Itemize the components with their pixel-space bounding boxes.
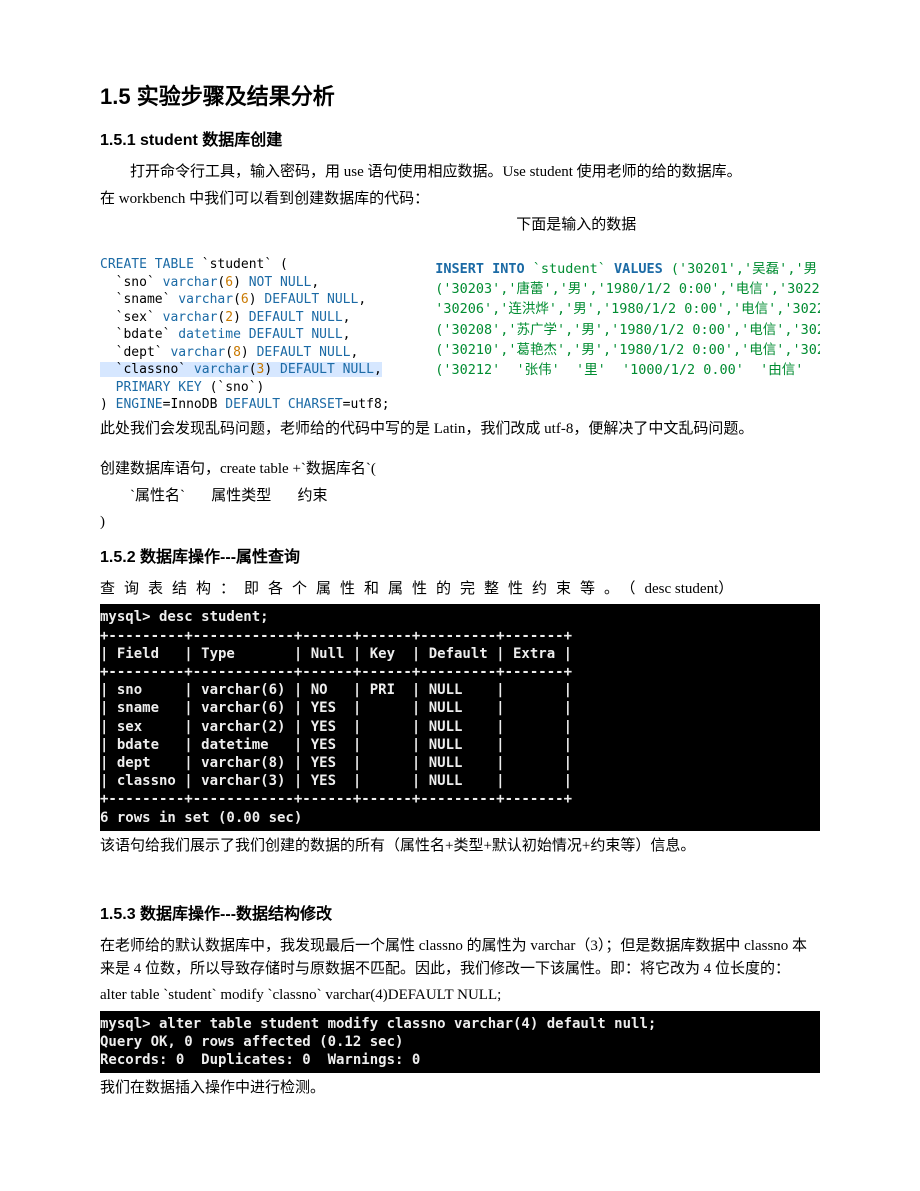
paragraph: 在老师给的默认数据库中，我发现最后一个属性 classno 的属性为 varch… — [100, 935, 820, 980]
paragraph: 在 workbench 中我们可以看到创建数据库的代码： — [100, 188, 820, 211]
terminal-output-desc: mysql> desc student; +---------+--------… — [100, 604, 820, 830]
paragraph: 此处我们会发现乱码问题，老师给的代码中写的是 Latin，我们改成 utf-8，… — [100, 418, 820, 441]
paragraph: ) — [100, 511, 820, 534]
paragraph: 打开命令行工具，输入密码，用 use 语句使用相应数据。Use student … — [100, 161, 820, 184]
heading-sec-2: 1.5.2 数据库操作---属性查询 — [100, 546, 820, 570]
paragraph: 查询表结构：即各个属性和属性的完整性约束等。（desc student） — [100, 578, 820, 601]
heading-sec-3: 1.5.3 数据库操作---数据结构修改 — [100, 903, 820, 927]
text: 查询表结构：即各个属性和属性的完整性约束等。（ — [100, 581, 645, 597]
text: 在 workbench 中我们可以看到创建数据库的代码： — [100, 191, 429, 207]
sql-insert-block: INSERT INTO `student` VALUES ('30201','吴… — [435, 239, 820, 381]
heading-sec-1: 1.5.1 student 数据库创建 — [100, 129, 820, 153]
code-line: alter table `student` modify `classno` v… — [100, 984, 820, 1007]
paragraph: 创建数据库语句，create table +`数据库名`( — [100, 458, 820, 481]
code-row: CREATE TABLE `student` ( `sno` varchar(6… — [100, 239, 820, 414]
paragraph: 该语句给我们展示了我们创建的数据的所有（属性名+类型+默认初始情况+约束等）信息… — [100, 835, 820, 858]
heading-main: 1.5 实验步骤及结果分析 — [100, 80, 820, 113]
terminal-output-alter: mysql> alter table student modify classn… — [100, 1011, 820, 1074]
paragraph: 我们在数据插入操作中进行检测。 — [100, 1077, 820, 1100]
text: ） — [718, 581, 742, 597]
paragraph: `属性名` 属性类型 约束 — [100, 485, 820, 508]
text: desc student — [645, 581, 719, 597]
code-caption: 下面是输入的数据 — [431, 214, 820, 237]
sql-create-block: CREATE TABLE `student` ( `sno` varchar(6… — [100, 239, 431, 414]
